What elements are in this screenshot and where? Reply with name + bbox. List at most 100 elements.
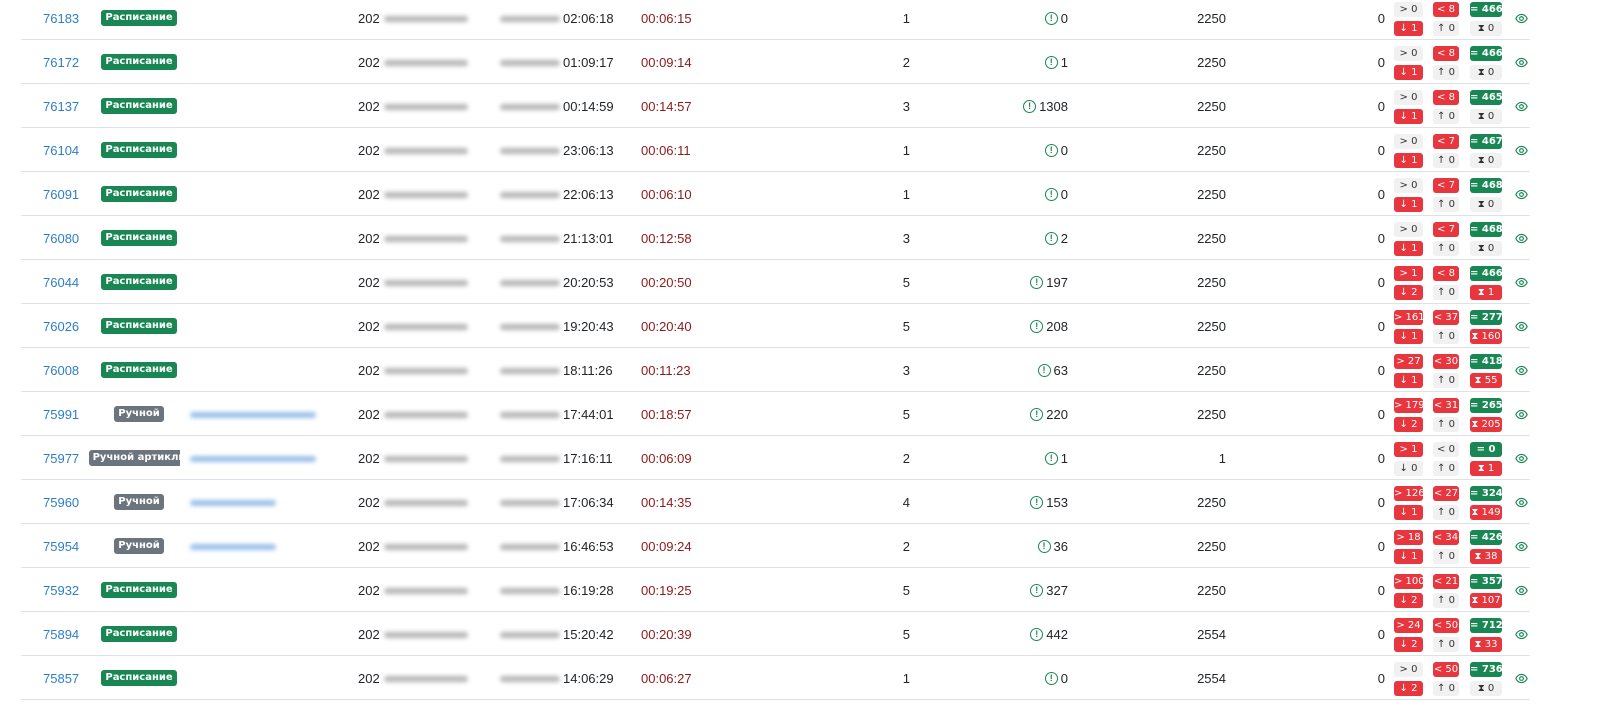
redacted-start-time (380, 41, 498, 83)
run-id-link[interactable]: 76183 (43, 0, 79, 40)
user-email-link[interactable] (180, 612, 336, 656)
limit-value: 2250 (1197, 54, 1226, 70)
pending-badge: ⧗ 160 (1470, 329, 1502, 344)
pending-badge: ⧗ 0 (1470, 21, 1502, 36)
zero-value: 0 (1377, 98, 1385, 114)
start-time-prefix: 202 (358, 406, 380, 422)
view-button[interactable] (1513, 84, 1529, 128)
view-button[interactable] (1513, 568, 1529, 612)
errors-value: 153 (1046, 494, 1068, 510)
start-time-prefix: 202 (358, 626, 380, 642)
user-email-link[interactable] (180, 524, 336, 568)
run-type-cell: Расписание (101, 656, 177, 700)
user-email-link[interactable] (180, 40, 336, 84)
attempts-count: 2 (902, 450, 910, 466)
redacted-start-time (380, 305, 498, 347)
user-email-link[interactable] (180, 260, 336, 304)
run-id-link[interactable]: 75960 (43, 480, 79, 524)
duration: 00:20:39 (641, 626, 692, 642)
view-button[interactable] (1513, 656, 1529, 700)
run-id-link[interactable]: 75857 (43, 656, 79, 700)
eye-icon (1514, 453, 1528, 463)
view-button[interactable] (1513, 128, 1529, 172)
view-button[interactable] (1513, 172, 1529, 216)
view-button[interactable] (1513, 0, 1529, 40)
run-id-link[interactable]: 76026 (43, 304, 79, 348)
run-id-link[interactable]: 76172 (43, 40, 79, 84)
pending-badge: ⧗ 33 (1470, 637, 1502, 652)
up-badge: ↑ 0 (1433, 153, 1459, 168)
run-id-link[interactable]: 75991 (43, 392, 79, 436)
view-button[interactable] (1513, 480, 1529, 524)
user-email-link[interactable] (180, 216, 336, 260)
view-button[interactable] (1513, 216, 1529, 260)
view-button[interactable] (1513, 392, 1529, 436)
zero-value: 0 (1377, 538, 1385, 554)
redacted-email (190, 412, 316, 418)
alert-circle-icon: ! (1023, 99, 1037, 113)
view-button[interactable] (1513, 436, 1529, 480)
less-badge: < 37 (1433, 310, 1459, 325)
redacted-end-date (498, 305, 563, 347)
user-email-link[interactable] (180, 436, 336, 480)
less-badge: < 34 (1433, 530, 1459, 545)
user-email-link[interactable] (180, 304, 336, 348)
run-type-badge: Расписание (101, 670, 177, 686)
user-email-link[interactable] (180, 128, 336, 172)
zero-value: 0 (1377, 582, 1385, 598)
run-id-link[interactable]: 76104 (43, 128, 79, 172)
redacted-start-time (380, 85, 498, 127)
run-id-link[interactable]: 76008 (43, 348, 79, 392)
user-email-link[interactable] (180, 568, 336, 612)
run-type-badge: Расписание (101, 274, 177, 290)
down-badge: ↓ 1 (1394, 153, 1423, 168)
start-time-prefix: 202 (358, 186, 380, 202)
user-email-link[interactable] (180, 172, 336, 216)
table-row: 76183 Расписание 202 02:06:18 00:06:15 1… (0, 0, 1600, 40)
user-email-link[interactable] (180, 392, 336, 436)
start-time: 202 (358, 480, 380, 524)
errors-count: ! 0 (1000, 656, 1068, 700)
stats-badges: > 179 < 31 = 265 ↓ 2 ↑ 0 ⧗ 205 (1391, 392, 1503, 436)
user-email-link[interactable] (180, 84, 336, 128)
less-badge: < 7 (1433, 222, 1459, 237)
redacted-end-date (498, 393, 563, 435)
user-email-link[interactable] (180, 348, 336, 392)
run-id-link[interactable]: 75894 (43, 612, 79, 656)
limit-value: 2250 (1197, 230, 1226, 246)
down-badge: ↓ 1 (1394, 109, 1423, 124)
pending-badge: ⧗ 55 (1470, 373, 1502, 388)
start-time-prefix: 202 (358, 10, 380, 26)
redacted-start-time (380, 525, 498, 567)
run-id-link[interactable]: 76080 (43, 216, 79, 260)
user-email-link[interactable] (180, 656, 336, 700)
view-button[interactable] (1513, 260, 1529, 304)
start-time-prefix: 202 (358, 450, 380, 466)
run-id-link[interactable]: 75932 (43, 568, 79, 612)
start-time-prefix: 202 (358, 54, 380, 70)
view-button[interactable] (1513, 348, 1529, 392)
view-button[interactable] (1513, 304, 1529, 348)
alert-circle-icon: ! (1030, 495, 1044, 509)
run-id-link[interactable]: 76091 (43, 172, 79, 216)
stats-badges: > 1 < 8 = 466 ↓ 2 ↑ 0 ⧗ 1 (1391, 260, 1503, 304)
view-button[interactable] (1513, 524, 1529, 568)
view-button[interactable] (1513, 612, 1529, 656)
errors-count: ! 442 (1000, 612, 1068, 656)
view-button[interactable] (1513, 40, 1529, 84)
pending-badge: ⧗ 0 (1470, 197, 1502, 212)
down-badge: ↓ 1 (1394, 329, 1423, 344)
run-id-link[interactable]: 75977 (43, 436, 79, 480)
user-email-link[interactable] (180, 0, 336, 40)
alert-circle-icon: ! (1030, 275, 1044, 289)
alert-circle-icon: ! (1030, 407, 1044, 421)
run-id-link[interactable]: 76044 (43, 260, 79, 304)
attempts-count: 2 (902, 538, 910, 554)
run-id-link[interactable]: 75954 (43, 524, 79, 568)
user-email-link[interactable] (180, 480, 336, 524)
run-id-link[interactable]: 76137 (43, 84, 79, 128)
table-row: 75894 Расписание 202 15:20:42 00:20:39 5… (0, 612, 1600, 656)
limit-value: 2250 (1197, 142, 1226, 158)
alert-circle-icon: ! (1030, 583, 1044, 597)
pending-badge: ⧗ 149 (1470, 505, 1502, 520)
